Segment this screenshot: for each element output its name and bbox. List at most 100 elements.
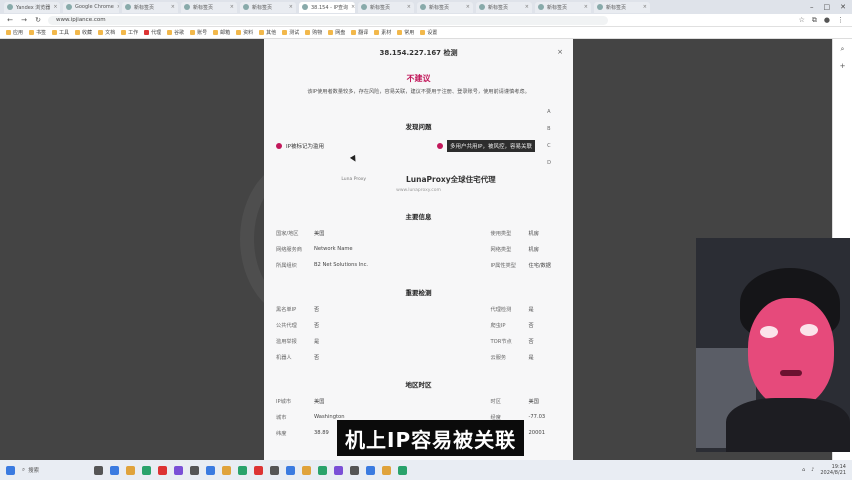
minimize-icon[interactable]: –: [810, 3, 814, 11]
taskbar-app-icon[interactable]: [334, 465, 344, 475]
reload-icon[interactable]: ↻: [34, 16, 42, 24]
tab-close-icon[interactable]: ×: [289, 4, 293, 10]
bookmark-item[interactable]: 网盘: [328, 29, 345, 36]
browser-tab[interactable]: 新标签页 ×: [594, 1, 650, 13]
bookmark-item[interactable]: 常用: [397, 29, 414, 36]
tab-close-icon[interactable]: ×: [230, 4, 234, 10]
browser-tab[interactable]: 38.154 - IP查询 ×: [299, 1, 355, 13]
browser-tab[interactable]: 新标签页 ×: [240, 1, 296, 13]
bookmark-item[interactable]: 收藏: [75, 29, 92, 36]
info-row: 使用类型 机房: [419, 230, 562, 237]
info-value: 机房: [528, 247, 539, 253]
bookmark-item[interactable]: 应用: [6, 29, 23, 36]
menu-icon[interactable]: ⋮: [837, 16, 844, 25]
bookmark-item[interactable]: 谷歌: [167, 29, 184, 36]
search-side-icon[interactable]: ⌕: [841, 45, 845, 54]
tab-close-icon[interactable]: ×: [525, 4, 529, 10]
taskbar-app-icon[interactable]: [206, 465, 216, 475]
taskbar-search[interactable]: ⌕ 搜索: [22, 466, 39, 475]
browser-tab[interactable]: Google Chrome ×: [63, 1, 119, 13]
bookmark-item[interactable]: 文档: [98, 29, 115, 36]
tab-label: 38.154 - IP查询: [311, 4, 348, 11]
profile-icon[interactable]: ●: [824, 16, 830, 25]
taskbar-app-icon[interactable]: [222, 465, 232, 475]
browser-tab[interactable]: 新标签页 ×: [358, 1, 414, 13]
tab-close-icon[interactable]: ×: [53, 4, 57, 10]
bookmark-item[interactable]: 邮箱: [213, 29, 230, 36]
tab-close-icon[interactable]: ×: [584, 4, 588, 10]
info-key: 爬虫IP: [490, 323, 506, 329]
bookmark-item[interactable]: 工具: [52, 29, 69, 36]
tab-favicon-icon: [184, 4, 190, 10]
back-icon[interactable]: ←: [6, 16, 14, 24]
taskbar-app-icon[interactable]: [398, 465, 408, 475]
tab-close-icon[interactable]: ×: [466, 4, 470, 10]
taskbar-app-icon[interactable]: [366, 465, 376, 475]
info-value: Network Name: [314, 246, 353, 252]
browser-tab[interactable]: 新标签页 ×: [535, 1, 591, 13]
taskbar-app-icon[interactable]: [350, 465, 360, 475]
info-key: TOR节点: [490, 339, 512, 345]
bookmark-label: 设置: [427, 30, 438, 36]
extensions-icon[interactable]: ⧉: [812, 16, 817, 25]
close-icon[interactable]: ×: [557, 48, 563, 56]
clock[interactable]: 19:14 2024/8/21: [820, 464, 846, 476]
star-icon[interactable]: ☆: [799, 16, 805, 25]
bookmark-item[interactable]: 账号: [190, 29, 207, 36]
tab-close-icon[interactable]: ×: [351, 4, 355, 10]
bookmark-label: 常用: [404, 30, 415, 36]
taskbar-app-icon[interactable]: [318, 465, 328, 475]
taskbar-app-icon[interactable]: [302, 465, 312, 475]
taskbar-app-icon[interactable]: [270, 465, 280, 475]
forward-icon[interactable]: →: [20, 16, 28, 24]
taskbar-app-icon[interactable]: [94, 465, 104, 475]
volume-icon[interactable]: ♪: [811, 467, 814, 473]
browser-tab[interactable]: Yandex 浏览器 ×: [4, 1, 60, 13]
taskbar-app-icon[interactable]: [286, 465, 296, 475]
bookmark-label: 文档: [105, 30, 116, 36]
brand-banner[interactable]: Luna Proxy LunaProxy全球住宅代理: [264, 174, 573, 185]
close-window-icon[interactable]: ✕: [840, 3, 846, 11]
bookmarks-bar: 应用 书签 工具 收藏 文档 工作 代理 谷歌 账号 邮箱 资料 其他 测试 购物 网盘 翻译 素材 常用 设置: [0, 27, 852, 39]
bookmark-item[interactable]: 书签: [29, 29, 46, 36]
bookmark-item[interactable]: 翻译: [351, 29, 368, 36]
browser-tab[interactable]: 新标签页 ×: [417, 1, 473, 13]
bookmark-item[interactable]: 设置: [420, 29, 437, 36]
tab-favicon-icon: [538, 4, 544, 10]
tab-label: Google Chrome: [75, 4, 114, 10]
info-key: 公共代理: [276, 323, 297, 329]
bookmark-item[interactable]: 素材: [374, 29, 391, 36]
taskbar-app-icon[interactable]: [254, 465, 264, 475]
tab-close-icon[interactable]: ×: [407, 4, 411, 10]
tab-close-icon[interactable]: ×: [643, 4, 647, 10]
start-icon[interactable]: [6, 465, 15, 475]
add-side-icon[interactable]: +: [840, 62, 846, 70]
webcam-overlay: [696, 238, 850, 452]
taskbar-app-icon[interactable]: [190, 465, 200, 475]
bookmark-item[interactable]: 其他: [259, 29, 276, 36]
taskbar-app-icon[interactable]: [158, 465, 168, 475]
ip-report-panel: 38.154.227.167 检测 × 不建议 该IP使用者数量较多，存在风险，…: [264, 39, 573, 460]
bookmark-item[interactable]: 测试: [282, 29, 299, 36]
bookmark-item[interactable]: 工作: [121, 29, 138, 36]
taskbar-app-icon[interactable]: [382, 465, 392, 475]
bookmark-item[interactable]: 资料: [236, 29, 253, 36]
browser-tab[interactable]: 新标签页 ×: [181, 1, 237, 13]
tab-favicon-icon: [125, 4, 131, 10]
taskbar-app-icon[interactable]: [238, 465, 248, 475]
browser-tab[interactable]: 新标签页 ×: [122, 1, 178, 13]
network-icon[interactable]: ⌂: [802, 467, 805, 473]
brand-subtitle: www.lunaproxy.com: [396, 188, 441, 193]
tab-close-icon[interactable]: ×: [117, 4, 119, 10]
taskbar-app-icon[interactable]: [142, 465, 152, 475]
bookmark-item[interactable]: 购物: [305, 29, 322, 36]
taskbar-app-icon[interactable]: [110, 465, 120, 475]
taskbar-app-icon[interactable]: [174, 465, 184, 475]
taskbar-app-icon[interactable]: [126, 465, 136, 475]
url-field[interactable]: www.ipjiance.com: [48, 15, 608, 25]
maximize-icon[interactable]: □: [824, 3, 831, 11]
browser-tab[interactable]: 新标签页 ×: [476, 1, 532, 13]
folder-icon: [190, 30, 196, 35]
bookmark-item[interactable]: 代理: [144, 29, 161, 36]
tab-close-icon[interactable]: ×: [171, 4, 175, 10]
